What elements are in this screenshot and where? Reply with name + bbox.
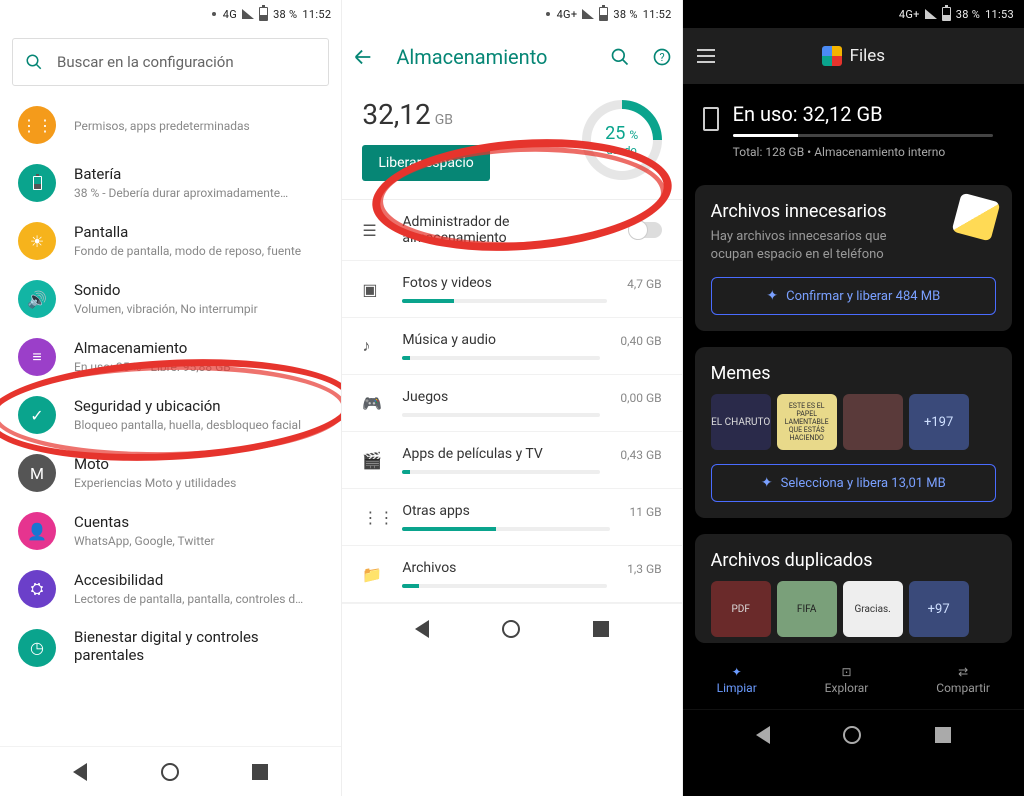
search-placeholder: Buscar en la configuración xyxy=(57,53,234,71)
sparkle-icon: ✦ xyxy=(766,288,778,304)
usage-label: En uso: 32,12 GB xyxy=(733,102,993,126)
brush-icon xyxy=(951,193,1000,242)
sparkle-icon: ✦ xyxy=(732,665,742,679)
back-button[interactable] xyxy=(756,726,770,744)
used-amount: 32,12 xyxy=(362,98,430,131)
music-icon: ♪ xyxy=(362,336,382,356)
list-icon: ☰ xyxy=(362,221,382,240)
settings-row-moto[interactable]: MMotoExperiencias Moto y utilidades xyxy=(0,444,341,502)
movie-icon: 🎬 xyxy=(362,451,382,470)
recents-button[interactable] xyxy=(935,727,951,743)
card-memes: Memes EL CHARUTO ESTE ES EL PAPEL LAMENT… xyxy=(695,347,1012,518)
share-icon: ⇄ xyxy=(958,665,968,679)
menu-icon[interactable] xyxy=(697,49,715,63)
settings-row-display[interactable]: ☀PantallaFondo de pantalla, modo de repo… xyxy=(0,212,341,270)
svg-text:?: ? xyxy=(659,51,664,64)
cat-files[interactable]: 📁Archivos1,3 GB xyxy=(342,546,681,603)
settings-row-security[interactable]: ✓Seguridad y ubicaciónBloqueo pantalla, … xyxy=(0,386,341,444)
cat-photos[interactable]: ▣Fotos y videos4,7 GB xyxy=(342,261,681,318)
settings-search[interactable]: Buscar en la configuración xyxy=(12,38,329,86)
folder-icon: ⊡ xyxy=(841,665,851,679)
storage-manager-row[interactable]: ☰ Administrador de almacenamiento xyxy=(342,200,681,261)
thumbnail[interactable] xyxy=(843,394,903,450)
usage-ring: 25 %usado xyxy=(582,100,662,180)
home-button[interactable] xyxy=(502,620,520,638)
thumbnail[interactable]: FIFA xyxy=(777,581,837,637)
storage-header: Almacenamiento ? xyxy=(342,28,681,86)
tab-browse[interactable]: ⊡Explorar xyxy=(825,665,869,695)
back-button[interactable] xyxy=(415,620,429,638)
tab-share[interactable]: ⇄Compartir xyxy=(936,665,990,695)
app-title: Files xyxy=(850,46,885,66)
settings-row-apps[interactable]: ⋮⋮Permisos, apps predeterminadas xyxy=(0,96,341,154)
home-button[interactable] xyxy=(843,726,861,744)
usage-summary: En uso: 32,12 GB Total: 128 GB • Almacen… xyxy=(683,84,1024,177)
settings-row-sound[interactable]: 🔊SonidoVolumen, vibración, No interrumpi… xyxy=(0,270,341,328)
storage-summary: 32,12 GB Liberar espacio 25 %usado xyxy=(342,86,681,200)
thumbnail[interactable]: Gracias. xyxy=(843,581,903,637)
image-icon: ▣ xyxy=(362,280,382,299)
thumbnail[interactable]: EL CHARUTO xyxy=(711,394,771,450)
files-panel: 4G+ 38 %11:53 Files En uso: 32,12 GB Tot… xyxy=(683,0,1024,796)
folder-icon: 📁 xyxy=(362,565,382,584)
search-icon[interactable] xyxy=(610,47,630,67)
cat-movies[interactable]: 🎬Apps de películas y TV0,43 GB xyxy=(342,432,681,489)
files-logo-icon xyxy=(822,46,842,66)
help-icon[interactable]: ? xyxy=(652,47,672,67)
status-bar: 4G+ 38 %11:52 xyxy=(342,0,681,28)
thumbnail[interactable]: PDF xyxy=(711,581,771,637)
tab-clean[interactable]: ✦Limpiar xyxy=(717,665,757,695)
recents-button[interactable] xyxy=(593,621,609,637)
phone-icon xyxy=(703,107,719,131)
cat-music[interactable]: ♪Música y audio0,40 GB xyxy=(342,318,681,375)
card-duplicates: Archivos duplicados PDF FIFA Gracias. +9… xyxy=(695,534,1012,643)
android-navbar xyxy=(683,709,1024,759)
back-button[interactable] xyxy=(73,763,87,781)
settings-list: ⋮⋮Permisos, apps predeterminadas Batería… xyxy=(0,96,341,746)
thumbnail[interactable]: ESTE ES EL PAPEL LAMENTABLE QUE ESTÁS HA… xyxy=(777,394,837,450)
back-arrow-icon[interactable] xyxy=(352,46,374,68)
thumbnail-more[interactable]: +197 xyxy=(909,394,969,450)
search-icon xyxy=(25,53,43,71)
settings-row-accessibility[interactable]: ⛭AccesibilidadLectores de pantalla, pant… xyxy=(0,560,341,618)
settings-row-battery[interactable]: Batería38 % - Debería durar aproximadame… xyxy=(0,154,341,212)
settings-row-wellbeing[interactable]: ◷Bienestar digital y controles parentale… xyxy=(0,618,341,677)
apps-icon: ⋮⋮ xyxy=(362,508,382,527)
status-bar: 4G+ 38 %11:53 xyxy=(683,0,1024,28)
cat-games[interactable]: 🎮Juegos0,00 GB xyxy=(342,375,681,432)
bottom-tabs: ✦Limpiar ⊡Explorar ⇄Compartir xyxy=(683,651,1024,709)
status-bar: 4G 38 %11:52 xyxy=(0,0,341,28)
storage-panel: 4G+ 38 %11:52 Almacenamiento ? 32,12 GB … xyxy=(341,0,682,796)
files-header: Files xyxy=(683,28,1024,84)
settings-row-storage[interactable]: ≡AlmacenamientoEn uso: 25 % - Libre: 95,… xyxy=(0,328,341,386)
page-title: Almacenamiento xyxy=(396,45,587,69)
confirm-free-button[interactable]: ✦Confirmar y liberar 484 MB xyxy=(711,277,996,315)
home-button[interactable] xyxy=(161,763,179,781)
settings-row-accounts[interactable]: 👤CuentasWhatsApp, Google, Twitter xyxy=(0,502,341,560)
card-junk: Archivos innecesarios Hay archivos innec… xyxy=(695,185,1012,331)
cat-other[interactable]: ⋮⋮Otras apps11 GB xyxy=(342,489,681,546)
android-navbar xyxy=(0,746,341,796)
sparkle-icon: ✦ xyxy=(761,475,773,491)
thumbnail-more[interactable]: +97 xyxy=(909,581,969,637)
settings-panel: 4G 38 %11:52 Buscar en la configuración … xyxy=(0,0,341,796)
free-space-button[interactable]: Liberar espacio xyxy=(362,145,489,181)
gamepad-icon: 🎮 xyxy=(362,394,382,413)
recents-button[interactable] xyxy=(252,764,268,780)
storage-manager-toggle[interactable] xyxy=(630,222,662,238)
select-free-button[interactable]: ✦Selecciona y libera 13,01 MB xyxy=(711,464,996,502)
android-navbar xyxy=(342,603,681,653)
usage-total: Total: 128 GB • Almacenamiento interno xyxy=(733,145,993,159)
